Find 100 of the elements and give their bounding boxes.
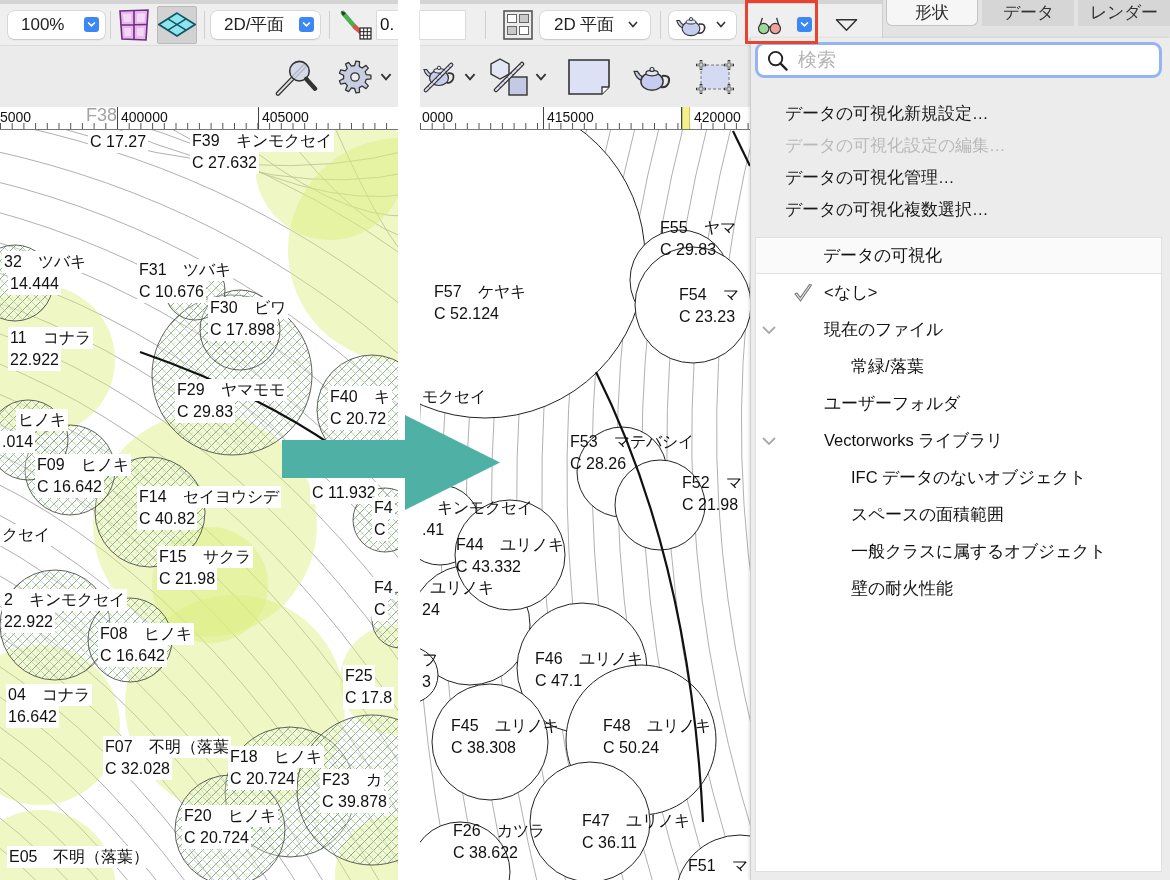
list-item[interactable]: IFC データのないオブジェクト <box>756 459 1161 496</box>
palette-tab[interactable]: データ <box>982 0 1074 26</box>
view-toggle-button[interactable] <box>157 5 197 44</box>
size-label: C 17.27 <box>88 131 149 153</box>
size-label: C <box>372 599 388 621</box>
tree-label: F14 セイヨウシデ <box>137 486 281 508</box>
size-label: C 21.98 <box>681 495 740 515</box>
size-label: 3 <box>421 672 432 692</box>
size-label: C 52.124 <box>433 304 500 324</box>
tree-label: F29 ヤマモモ <box>175 379 287 401</box>
size-label: C 38.622 <box>452 843 519 863</box>
menu-item[interactable]: データの可視化複数選択… <box>755 193 1162 225</box>
diamond-grid-icon <box>158 12 196 37</box>
chevron-icon[interactable] <box>380 72 392 81</box>
tree-label: F15 サクラ <box>157 546 253 568</box>
view-dropdown[interactable]: 2D/平面 <box>211 10 320 39</box>
layout-icon[interactable] <box>503 9 533 40</box>
list-item[interactable]: 現在のファイル <box>756 311 1161 348</box>
tree-label: 11 コナラ <box>8 327 93 349</box>
size-label: C 50.24 <box>602 738 661 758</box>
chevron-icon[interactable] <box>535 72 547 81</box>
tree-label: フ <box>421 650 439 670</box>
size-label: .014 <box>0 431 36 453</box>
tree-label: F23 カ <box>320 769 384 791</box>
list-item[interactable]: Vectorworks ライブラリ <box>756 422 1161 459</box>
chevron-icon <box>299 17 314 32</box>
size-label: C 32.028 <box>103 758 172 780</box>
ruler-label: 0000 <box>422 109 454 125</box>
tree-label: 04 コナラ <box>6 684 92 706</box>
search-field[interactable]: 検索 <box>755 42 1162 78</box>
list-item[interactable]: 一般クラスに属するオブジェクト <box>756 533 1161 570</box>
tree-label: F07 不明（落葉 <box>103 736 231 758</box>
zoom-dropdown[interactable]: 100% <box>8 10 105 39</box>
triangle-down-icon[interactable] <box>835 17 858 32</box>
tree-label: キンモクセイ <box>436 498 534 518</box>
menu-item[interactable]: データの可視化新規設定… <box>755 97 1162 129</box>
size-label: C 21.98 <box>157 568 218 590</box>
faint-label: F38 <box>86 107 118 124</box>
pencil-grid-icon[interactable] <box>338 9 372 40</box>
tree-label: F25 <box>343 665 375 687</box>
view-dropdown[interactable]: 2D 平面 <box>540 10 650 39</box>
size-label: 22.922 <box>8 349 61 371</box>
size-label: C 47.1 <box>534 671 584 691</box>
list-item[interactable]: ユーザーフォルダ <box>756 385 1161 422</box>
list-item[interactable]: スペースの面積範囲 <box>756 496 1161 533</box>
size-label: C 40.82 <box>137 508 198 530</box>
palette-tab[interactable]: 形状 <box>886 0 978 26</box>
number-field[interactable]: 0. <box>377 10 398 39</box>
selection-handles-icon[interactable] <box>695 58 735 95</box>
tree-label: F31 ツバキ <box>137 259 233 281</box>
ruler-label: 400000 <box>121 109 168 125</box>
size-label: C 38.308 <box>450 738 517 758</box>
palette-tab[interactable]: レンダー <box>1078 0 1170 26</box>
chevron-icon <box>628 21 638 28</box>
list-item[interactable]: <なし> <box>756 274 1161 311</box>
ruler-label: 415000 <box>547 109 594 125</box>
ruler-marker[interactable] <box>682 107 690 129</box>
tree-label: F30 ビワ <box>208 297 288 319</box>
tree-label: F57 ケヤキ <box>433 282 527 302</box>
tree-label: ユリノキ <box>429 578 495 598</box>
size-label: C 29.83 <box>175 401 236 423</box>
size-label: C <box>372 519 388 541</box>
sheet-icon[interactable] <box>568 58 610 95</box>
chevron-icon <box>797 17 812 32</box>
size-label: 16.642 <box>6 706 59 728</box>
size-label: 14.444 <box>8 273 61 295</box>
input-field[interactable] <box>420 10 465 39</box>
size-label: C 43.332 <box>455 557 522 577</box>
list-item[interactable]: 壁の耐火性能 <box>756 570 1161 607</box>
teapot-dropdown[interactable] <box>669 10 736 39</box>
chevron-icon <box>84 17 99 32</box>
list-header: データの可視化 <box>756 238 1161 274</box>
tree-label: F09 ヒノキ <box>35 454 131 476</box>
list-item[interactable]: 常緑/落葉 <box>756 348 1161 385</box>
shape-link-icon[interactable] <box>490 57 528 96</box>
size-label: C 20.724 <box>182 827 251 849</box>
chevron-icon <box>716 21 726 28</box>
tree-label: 32 ツバキ <box>2 251 88 273</box>
size-label: C 16.642 <box>98 645 167 667</box>
tree-label: F26 カツラ <box>452 821 546 841</box>
tree-label: F47 ユリノキ <box>581 811 691 831</box>
tree-label: 2 キンモクセイ <box>2 589 127 611</box>
size-label: C 10.676 <box>137 281 206 303</box>
menu-item[interactable]: データの可視化管理… <box>755 161 1162 193</box>
ruler-label: 5000 <box>0 109 32 125</box>
tree-label: ヒノキ <box>16 409 68 431</box>
tree-label: F52 マ <box>681 473 743 493</box>
size-label: C 39.878 <box>320 791 389 813</box>
tree-label: F20 ヒノキ <box>182 805 278 827</box>
tree-label: F44 ユリノキ <box>455 535 565 555</box>
window-panes-icon <box>118 8 150 41</box>
tree-label: F54 マ <box>678 285 740 305</box>
tree-label: F46 ユリノキ <box>534 649 644 669</box>
size-label: 24 <box>421 600 441 620</box>
size-label: C 17.8 <box>343 687 395 709</box>
size-label: .41 <box>421 520 446 540</box>
settings-icon[interactable] <box>338 59 372 94</box>
tree-label: クセイ <box>0 524 52 546</box>
chevron-icon[interactable] <box>464 72 476 81</box>
tree-label: F08 ヒノキ <box>98 623 194 645</box>
